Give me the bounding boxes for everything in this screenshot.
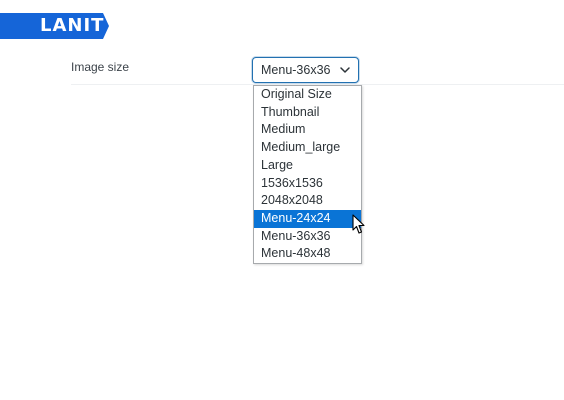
option-1536x1536[interactable]: 1536x1536 [254, 175, 361, 193]
option-large[interactable]: Large [254, 157, 361, 175]
option-original-size[interactable]: Original Size [254, 86, 361, 104]
option-2048x2048[interactable]: 2048x2048 [254, 192, 361, 210]
image-size-select[interactable]: Menu-36x36 [252, 57, 359, 83]
page: LANIT Image size Menu-36x36 Original Siz… [0, 0, 564, 400]
lanit-logo: LANIT [0, 13, 109, 39]
option-menu-36x36[interactable]: Menu-36x36 [254, 228, 361, 246]
option-menu-24x24[interactable]: Menu-24x24 [254, 209, 361, 228]
logo-text: LANIT [40, 15, 105, 36]
image-size-label: Image size [71, 60, 130, 74]
option-thumbnail[interactable]: Thumbnail [254, 104, 361, 122]
image-size-options-list: Original Size Thumbnail Medium Medium_la… [253, 85, 362, 264]
image-size-selected-value: Menu-36x36 [261, 63, 331, 77]
option-medium[interactable]: Medium [254, 121, 361, 139]
option-menu-48x48[interactable]: Menu-48x48 [254, 245, 361, 263]
option-medium-large[interactable]: Medium_large [254, 139, 361, 157]
chevron-down-icon [340, 67, 350, 73]
